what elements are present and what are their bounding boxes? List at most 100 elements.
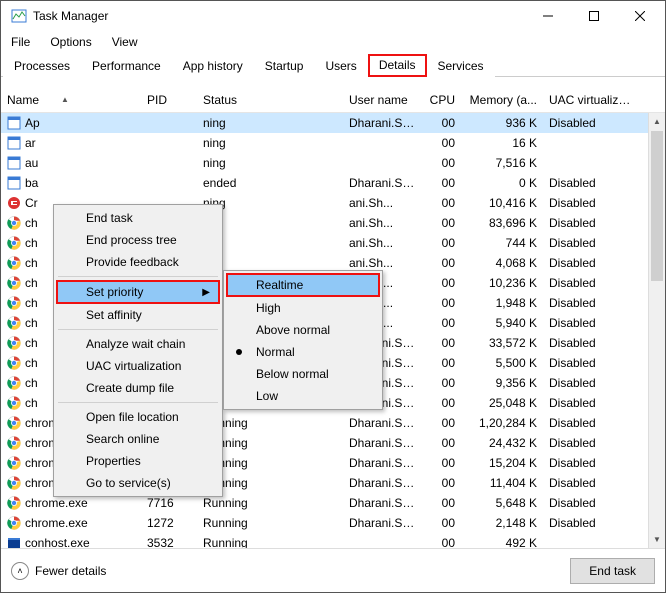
- menu-item-properties[interactable]: Properties: [56, 450, 220, 472]
- priority-high[interactable]: High: [226, 297, 380, 319]
- scroll-up-icon[interactable]: ▲: [649, 113, 665, 130]
- process-memory: 9,356 K: [461, 376, 543, 390]
- priority-below-normal[interactable]: Below normal: [226, 363, 380, 385]
- minimize-button[interactable]: [525, 1, 571, 31]
- menu-options[interactable]: Options: [50, 35, 91, 49]
- process-name: Cr: [25, 196, 38, 210]
- checked-dot-icon: [236, 349, 242, 355]
- process-uac: Disabled: [543, 176, 639, 190]
- tab-users[interactable]: Users: [314, 55, 367, 77]
- menu-item-create-dump-file[interactable]: Create dump file: [56, 377, 220, 399]
- col-name[interactable]: Name▲: [1, 93, 141, 107]
- menu-item-analyze-wait-chain[interactable]: Analyze wait chain: [56, 333, 220, 355]
- process-uac: Disabled: [543, 516, 639, 530]
- process-icon: [7, 236, 21, 250]
- process-icon: [7, 436, 21, 450]
- tab-details[interactable]: Details: [368, 54, 427, 77]
- process-user: Dharani.Sh...: [343, 436, 423, 450]
- process-user: ani.Sh...: [343, 236, 423, 250]
- process-icon: [7, 176, 21, 190]
- menu-item-open-file-location[interactable]: Open file location: [56, 406, 220, 428]
- menu-item-end-task[interactable]: End task: [56, 207, 220, 229]
- process-cpu: 00: [423, 436, 461, 450]
- menu-item-set-affinity[interactable]: Set affinity: [56, 304, 220, 326]
- priority-low[interactable]: Low: [226, 385, 380, 407]
- process-status: ning: [197, 156, 343, 170]
- tab-app-history[interactable]: App history: [172, 55, 254, 77]
- process-status: ended: [197, 176, 343, 190]
- col-status[interactable]: Status: [197, 93, 343, 107]
- process-name: conhost.exe: [25, 536, 90, 548]
- menu-item-end-process-tree[interactable]: End process tree: [56, 229, 220, 251]
- menu-view[interactable]: View: [112, 35, 138, 49]
- process-memory: 25,048 K: [461, 396, 543, 410]
- menu-item-provide-feedback[interactable]: Provide feedback: [56, 251, 220, 273]
- fewer-details-toggle[interactable]: ˄ Fewer details: [11, 562, 106, 580]
- process-icon: [7, 336, 21, 350]
- priority-normal[interactable]: Normal: [226, 341, 380, 363]
- table-row[interactable]: chrome.exe1272RunningDharani.Sh...002,14…: [1, 513, 665, 533]
- process-cpu: 00: [423, 256, 461, 270]
- process-cpu: 00: [423, 296, 461, 310]
- menu-item-search-online[interactable]: Search online: [56, 428, 220, 450]
- process-cpu: 00: [423, 496, 461, 510]
- scrollbar-thumb[interactable]: [651, 131, 663, 281]
- process-cpu: 00: [423, 416, 461, 430]
- close-button[interactable]: [617, 1, 663, 31]
- process-memory: 83,696 K: [461, 216, 543, 230]
- process-icon: [7, 156, 21, 170]
- col-pid[interactable]: PID: [141, 93, 197, 107]
- titlebar[interactable]: Task Manager: [1, 1, 665, 31]
- table-row[interactable]: conhost.exe3532Running00492 K: [1, 533, 665, 548]
- process-pid: 3532: [141, 536, 197, 548]
- tab-processes[interactable]: Processes: [3, 55, 81, 77]
- menu-item-go-to-service-s-[interactable]: Go to service(s): [56, 472, 220, 494]
- menu-file[interactable]: File: [11, 35, 30, 49]
- tab-startup[interactable]: Startup: [254, 55, 315, 77]
- process-name: ch: [25, 256, 38, 270]
- tab-performance[interactable]: Performance: [81, 55, 172, 77]
- process-uac: Disabled: [543, 396, 639, 410]
- col-cpu[interactable]: CPU: [423, 93, 461, 107]
- maximize-button[interactable]: [571, 1, 617, 31]
- process-name: ch: [25, 356, 38, 370]
- table-row[interactable]: arning0016 K: [1, 133, 665, 153]
- process-user: Dharani.Sh...: [343, 176, 423, 190]
- process-cpu: 00: [423, 396, 461, 410]
- process-user: Dharani.Sh...: [343, 416, 423, 430]
- menubar: File Options View: [1, 31, 665, 53]
- table-row[interactable]: auning007,516 K: [1, 153, 665, 173]
- col-mem[interactable]: Memory (a...: [461, 93, 543, 107]
- col-uac[interactable]: UAC virtualizat...: [543, 93, 639, 107]
- process-memory: 1,948 K: [461, 296, 543, 310]
- process-cpu: 00: [423, 536, 461, 548]
- chevron-up-icon: ˄: [11, 562, 29, 580]
- process-status: ning: [197, 136, 343, 150]
- process-uac: Disabled: [543, 376, 639, 390]
- priority-submenu: RealtimeHighAbove normalNormalBelow norm…: [223, 270, 383, 410]
- menu-item-set-priority[interactable]: Set priority▶: [56, 280, 220, 304]
- process-name: ch: [25, 296, 38, 310]
- process-status: ning: [197, 116, 343, 130]
- table-row[interactable]: baendedDharani.Sh...000 KDisabled: [1, 173, 665, 193]
- process-uac: Disabled: [543, 196, 639, 210]
- process-cpu: 00: [423, 476, 461, 490]
- col-user[interactable]: User name: [343, 93, 423, 107]
- scroll-down-icon[interactable]: ▼: [649, 531, 665, 548]
- vertical-scrollbar[interactable]: ▲ ▼: [648, 113, 665, 548]
- menu-separator: [58, 402, 218, 403]
- table-row[interactable]: ApningDharani.Sh...00936 KDisabled: [1, 113, 665, 133]
- process-memory: 936 K: [461, 116, 543, 130]
- menu-item-uac-virtualization[interactable]: UAC virtualization: [56, 355, 220, 377]
- process-icon: [7, 416, 21, 430]
- end-task-button[interactable]: End task: [570, 558, 655, 584]
- tab-services[interactable]: Services: [427, 55, 495, 77]
- process-user: ani.Sh...: [343, 256, 423, 270]
- process-context-menu: End taskEnd process treeProvide feedback…: [53, 204, 223, 497]
- process-icon: [7, 516, 21, 530]
- process-memory: 492 K: [461, 536, 543, 548]
- process-user: ani.Sh...: [343, 216, 423, 230]
- process-user: Dharani.Sh...: [343, 516, 423, 530]
- priority-above-normal[interactable]: Above normal: [226, 319, 380, 341]
- priority-realtime[interactable]: Realtime: [226, 273, 380, 297]
